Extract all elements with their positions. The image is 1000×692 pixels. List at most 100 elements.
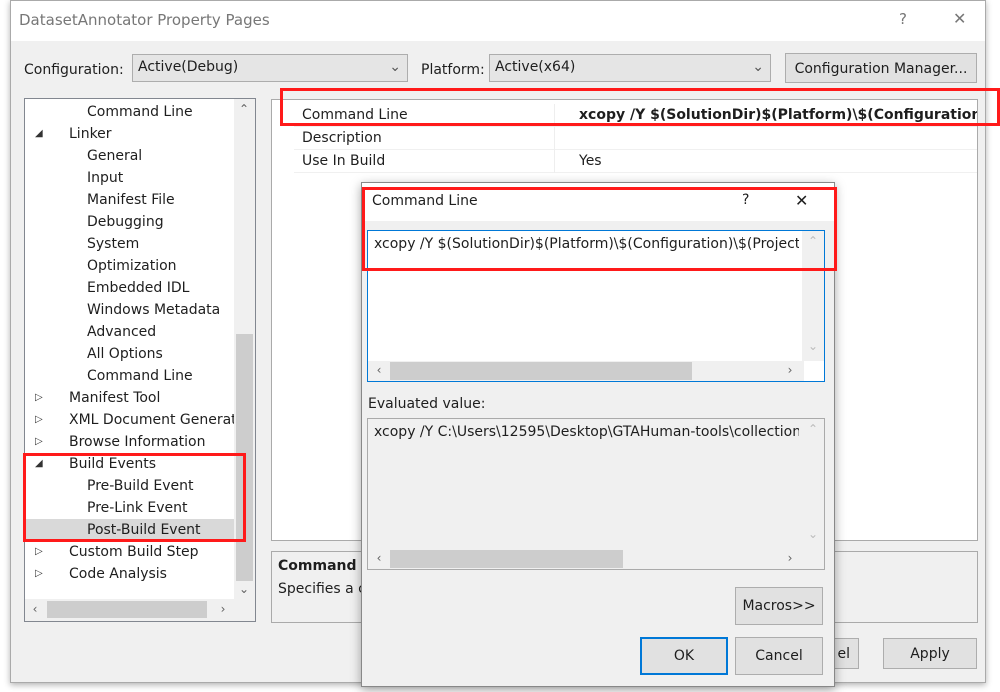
tree-item-label: Post-Build Event (87, 522, 201, 538)
tree-item[interactable]: ◢ Linker (25, 123, 234, 145)
tree-item-label: General (87, 148, 143, 164)
tree-item-label: Manifest File (87, 192, 175, 208)
configuration-label: Configuration: (24, 62, 124, 78)
tree-item-label: Command Line (87, 368, 193, 384)
scroll-right-icon[interactable]: › (215, 602, 231, 616)
property-value[interactable]: xcopy /Y $(SolutionDir)$(Platform)\$(Con… (579, 104, 977, 126)
collapse-arrow-icon[interactable]: ◢ (35, 123, 43, 145)
tree-item[interactable]: ▷ Browse Information (25, 431, 234, 453)
tree-item[interactable]: Input (25, 167, 234, 189)
command-line-dialog: Command Line ? ✕ xcopy /Y $(SolutionDir)… (361, 182, 835, 687)
tree-item[interactable]: Command Line (25, 365, 234, 387)
tree-item-label: Advanced (87, 324, 157, 340)
dialog-title: Command Line (372, 193, 478, 209)
expand-arrow-icon[interactable]: ▷ (35, 541, 43, 563)
tree-item[interactable]: Windows Metadata (25, 299, 234, 321)
scroll-up-icon[interactable]: ⌃ (236, 102, 252, 116)
tree-item-label: Windows Metadata (87, 302, 221, 318)
scroll-thumb[interactable] (390, 550, 623, 568)
scroll-thumb[interactable] (47, 601, 207, 618)
tree-item-label: Optimization (87, 258, 177, 274)
tree-item-label: Custom Build Step (69, 544, 199, 560)
window-title: DatasetAnnotator Property Pages (19, 11, 270, 29)
help-button[interactable]: ? (899, 10, 907, 28)
tree-item-label: Build Events (69, 456, 156, 472)
scroll-up-icon[interactable]: ⌃ (805, 422, 821, 436)
property-value[interactable]: Yes (579, 150, 977, 172)
tree-item-label: Browse Information (69, 434, 206, 450)
horizontal-scrollbar[interactable]: ‹ › (368, 549, 804, 569)
tree-item[interactable]: Pre-Link Event (25, 497, 234, 519)
property-row[interactable]: Command Line xcopy /Y $(SolutionDir)$(Pla… (294, 104, 977, 127)
scroll-down-icon[interactable]: ⌄ (805, 339, 821, 353)
tree-item-label: Debugging (87, 214, 164, 230)
expand-arrow-icon[interactable]: ▷ (35, 409, 43, 431)
tree-item-label: Input (87, 170, 124, 186)
tree-item-label: Command Line (87, 104, 193, 120)
tree-item-label: All Options (87, 346, 163, 362)
macros-button[interactable]: Macros>> (735, 587, 823, 625)
tree-item[interactable]: Pre-Build Event (25, 475, 234, 497)
tree-horizontal-scrollbar[interactable]: ‹ › (25, 599, 255, 621)
expand-arrow-icon[interactable]: ▷ (35, 563, 43, 585)
configuration-manager-button[interactable]: Configuration Manager... (785, 53, 977, 83)
scroll-down-icon[interactable]: ⌄ (805, 527, 821, 541)
scroll-thumb[interactable] (236, 334, 253, 581)
dialog-help-button[interactable]: ? (742, 192, 749, 208)
scroll-right-icon[interactable]: › (782, 551, 798, 565)
scroll-left-icon[interactable]: ‹ (371, 363, 387, 377)
property-name: Description (302, 130, 382, 146)
scroll-thumb[interactable] (390, 362, 692, 380)
expand-arrow-icon[interactable]: ▷ (35, 431, 43, 453)
tree-item[interactable]: Post-Build Event (25, 519, 234, 541)
tree-item-label: XML Document Generatc (69, 412, 245, 428)
settings-tree: Command Line ◢ Linker General Input Manifest … (24, 98, 256, 622)
evaluated-value-box: xcopy /Y C:\Users\12595\Desktop\GTAHuman… (367, 418, 825, 570)
property-row[interactable]: Description (294, 127, 977, 150)
tree-item[interactable]: ▷ Custom Build Step (25, 541, 234, 563)
vertical-scrollbar[interactable]: ⌃ ⌄ (802, 231, 824, 361)
tree-item[interactable]: Debugging (25, 211, 234, 233)
tree-item[interactable]: ◢ Build Events (25, 453, 234, 475)
tree-item-label: System (87, 236, 140, 252)
property-row[interactable]: Use In Build Yes (294, 150, 977, 173)
description-text: Specifies a co (278, 581, 375, 597)
tree-item[interactable]: All Options (25, 343, 234, 365)
dialog-close-button[interactable]: ✕ (795, 191, 808, 210)
evaluated-value-label: Evaluated value: (368, 396, 486, 412)
tree-item[interactable]: ▷ XML Document Generatc (25, 409, 244, 431)
apply-button[interactable]: Apply (883, 638, 977, 669)
scroll-right-icon[interactable]: › (782, 363, 798, 377)
vertical-scrollbar[interactable]: ⌃ ⌄ (802, 419, 824, 549)
command-text[interactable]: xcopy /Y $(SolutionDir)$(Platform)\$(Con… (374, 236, 799, 252)
dialog-cancel-button[interactable]: Cancel (735, 637, 823, 675)
tree-vertical-scrollbar[interactable]: ⌃ ⌄ (234, 99, 255, 599)
property-name: Use In Build (302, 153, 386, 169)
close-button[interactable]: ✕ (953, 9, 966, 28)
scroll-left-icon[interactable]: ‹ (27, 602, 43, 616)
horizontal-scrollbar[interactable]: ‹ › (368, 361, 804, 381)
tree-item-label: Embedded IDL (87, 280, 190, 296)
tree-item-label: Code Analysis (69, 566, 167, 582)
tree-item[interactable]: System (25, 233, 234, 255)
tree-item[interactable]: General (25, 145, 234, 167)
ok-button[interactable]: OK (640, 637, 728, 675)
command-textarea[interactable]: xcopy /Y $(SolutionDir)$(Platform)\$(Con… (367, 230, 825, 382)
tree-item[interactable]: Embedded IDL (25, 277, 234, 299)
tree-item[interactable]: Command Line (25, 101, 234, 123)
expand-arrow-icon[interactable]: ▷ (35, 387, 43, 409)
description-title: Command L (278, 558, 371, 574)
collapse-arrow-icon[interactable]: ◢ (35, 453, 43, 475)
tree-item[interactable]: ▷ Code Analysis (25, 563, 234, 585)
configuration-select[interactable]: Active(Debug) ⌄ (132, 54, 408, 82)
tree-item[interactable]: Manifest File (25, 189, 234, 211)
platform-select[interactable]: Active(x64) ⌄ (489, 54, 771, 82)
tree-item[interactable]: Advanced (25, 321, 234, 343)
tree-item[interactable]: ▷ Manifest Tool (25, 387, 234, 409)
tree-item[interactable]: Optimization (25, 255, 234, 277)
tree-item-label: Pre-Link Event (87, 500, 188, 516)
scroll-down-icon[interactable]: ⌄ (236, 582, 252, 596)
scroll-up-icon[interactable]: ⌃ (805, 234, 821, 248)
scroll-left-icon[interactable]: ‹ (371, 551, 387, 565)
platform-label: Platform: (421, 62, 485, 78)
